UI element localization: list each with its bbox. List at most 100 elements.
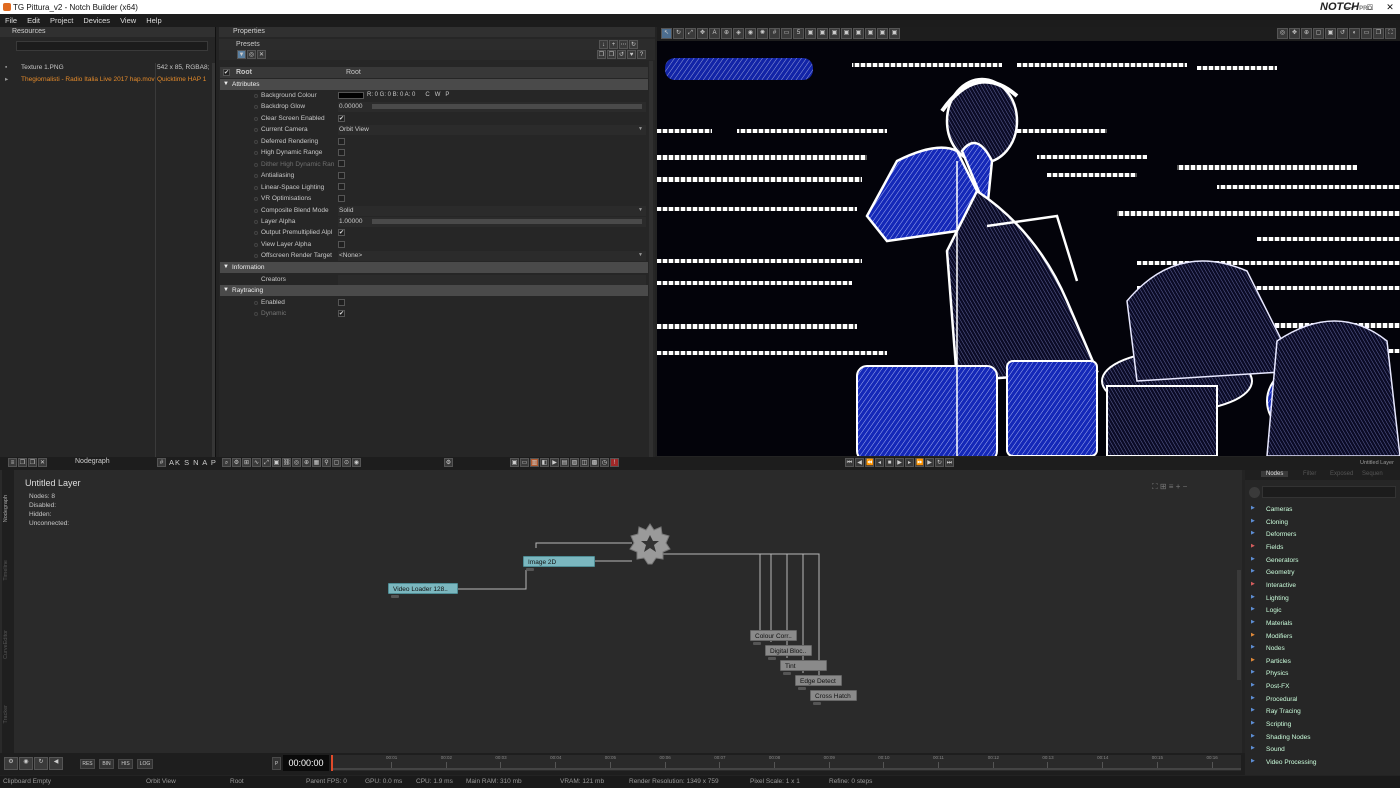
property-checkbox[interactable] bbox=[338, 240, 345, 248]
bounds-icon[interactable]: ▭ bbox=[781, 28, 792, 39]
clear-icon[interactable]: ✕ bbox=[257, 50, 266, 59]
resources-scrollbar[interactable] bbox=[212, 63, 215, 481]
fullscreen-icon[interactable]: ⛶ bbox=[1385, 28, 1396, 39]
property-row[interactable]: VR Optimisations bbox=[219, 193, 649, 204]
orbit-icon[interactable]: ◎ bbox=[1277, 28, 1288, 39]
keyframe-dot[interactable] bbox=[254, 254, 258, 259]
tab-filter[interactable]: Filter bbox=[1303, 471, 1316, 477]
new-layer-icon[interactable]: ❐ bbox=[18, 458, 27, 467]
property-checkbox[interactable] bbox=[338, 171, 345, 179]
color-swatch[interactable] bbox=[338, 92, 364, 99]
snap-grid-icon[interactable]: # bbox=[157, 458, 166, 467]
keyframe-dot[interactable] bbox=[254, 219, 258, 224]
more-icon[interactable]: ⋯ bbox=[619, 40, 628, 49]
pin-icon[interactable]: ⚲ bbox=[322, 458, 331, 467]
node-image-2d[interactable]: Image 2D bbox=[523, 556, 595, 571]
light-icon[interactable]: ✺ bbox=[757, 28, 768, 39]
alert-icon[interactable]: ! bbox=[610, 458, 619, 467]
view-e-icon[interactable]: ▣ bbox=[853, 28, 864, 39]
property-row[interactable]: Dither High Dynamic Ran bbox=[219, 159, 649, 170]
zoom-icon[interactable]: ⊕ bbox=[1301, 28, 1312, 39]
camera-icon[interactable]: ◉ bbox=[745, 28, 756, 39]
timecode-display[interactable]: 00:00:00 bbox=[283, 755, 329, 771]
add-icon[interactable]: + bbox=[609, 40, 618, 49]
keyframe-dot[interactable] bbox=[254, 197, 258, 202]
duplicate-icon[interactable]: ❐ bbox=[28, 458, 37, 467]
prev-key-icon[interactable]: ◀ bbox=[855, 458, 864, 467]
node-category-scripting[interactable]: Scripting bbox=[1266, 719, 1291, 732]
property-slider[interactable]: 0.00000 bbox=[338, 102, 646, 113]
res-button[interactable]: RES bbox=[80, 759, 95, 769]
property-row[interactable]: Enabled bbox=[219, 297, 649, 308]
gear-icon[interactable]: ⚙ bbox=[444, 458, 453, 467]
property-row[interactable]: Antialiasing bbox=[219, 170, 649, 181]
render-viewport[interactable] bbox=[657, 41, 1400, 456]
property-row[interactable]: View Layer Alpha bbox=[219, 239, 649, 250]
node-category-video-processing[interactable]: Video Processing bbox=[1266, 757, 1316, 770]
node-category-cloning[interactable]: Cloning bbox=[1266, 517, 1288, 530]
property-row[interactable]: Backdrop Glow 0.00000 bbox=[219, 101, 649, 113]
expand-arrow-icon[interactable]: ▶ bbox=[1251, 733, 1255, 739]
output-icon[interactable]: ▤ bbox=[560, 458, 569, 467]
property-value[interactable] bbox=[338, 275, 646, 285]
expand-arrow-icon[interactable]: ▶ bbox=[1251, 518, 1255, 524]
expand-arrow-icon[interactable]: ▶ bbox=[1251, 745, 1255, 751]
snap-options[interactable]: AK S N A P bbox=[169, 458, 217, 467]
expand-arrow-icon[interactable]: ▶ bbox=[1251, 707, 1255, 713]
node-digital-bloc[interactable]: Digital Bloc.. bbox=[765, 645, 812, 660]
expand-arrow-icon[interactable]: ▶ bbox=[1251, 556, 1255, 562]
reset-view-icon[interactable]: ↺ bbox=[1337, 28, 1348, 39]
record-icon[interactable]: ▣ bbox=[510, 458, 519, 467]
clock-icon[interactable]: ◷ bbox=[600, 458, 609, 467]
target-icon[interactable]: ◎ bbox=[292, 458, 301, 467]
mesh-icon[interactable]: ◫ bbox=[580, 458, 589, 467]
side-tab-nodegraph[interactable]: Nodegraph bbox=[3, 495, 9, 522]
view-c-icon[interactable]: ▣ bbox=[829, 28, 840, 39]
expand-arrow-icon[interactable]: ▶ bbox=[1251, 505, 1255, 511]
view-h-icon[interactable]: ▣ bbox=[889, 28, 900, 39]
property-row[interactable]: Background Colour R: 0 G: 0 B: 0 A: 0 C W… bbox=[219, 90, 649, 101]
expand-arrow-icon[interactable]: ▶ bbox=[1251, 695, 1255, 701]
close-button[interactable]: ✕ bbox=[1380, 0, 1400, 14]
node-port[interactable] bbox=[768, 657, 776, 660]
property-row[interactable]: Linear-Space Lighting bbox=[219, 182, 649, 193]
favorite-icon[interactable]: ♥ bbox=[627, 50, 636, 59]
property-checkbox[interactable] bbox=[338, 137, 345, 145]
node-category-procedural[interactable]: Procedural bbox=[1266, 694, 1297, 707]
refresh-icon[interactable]: ↻ bbox=[629, 40, 638, 49]
node-port[interactable] bbox=[813, 702, 821, 705]
search-icon[interactable]: ⌕ bbox=[222, 458, 231, 467]
keyframe-dot[interactable] bbox=[254, 185, 258, 190]
capture-icon[interactable]: ◧ bbox=[540, 458, 549, 467]
menu-file[interactable]: File bbox=[0, 14, 22, 27]
expand-arrow-icon[interactable]: ▶ bbox=[1251, 581, 1255, 587]
node-colour-corr[interactable]: Colour Corr.. bbox=[750, 630, 797, 645]
layout-icon[interactable]: ▦ bbox=[312, 458, 321, 467]
property-dropdown[interactable]: Orbit View ▼ bbox=[338, 125, 646, 136]
back-icon[interactable]: ◀ bbox=[49, 757, 63, 770]
log-button[interactable]: LOG bbox=[137, 759, 153, 769]
keyframe-dot[interactable] bbox=[254, 208, 258, 213]
node-port[interactable] bbox=[391, 595, 399, 598]
menu-help[interactable]: Help bbox=[141, 14, 166, 27]
stop-icon[interactable]: ■ bbox=[885, 458, 894, 467]
node-category-nodes[interactable]: Nodes bbox=[1266, 643, 1285, 656]
node-category-ray-tracing[interactable]: Ray Tracing bbox=[1266, 706, 1301, 719]
property-checkbox[interactable] bbox=[338, 298, 345, 306]
rotate-icon[interactable]: ↻ bbox=[673, 28, 684, 39]
side-tab-tracker[interactable]: Tracker bbox=[3, 705, 9, 723]
property-dropdown[interactable]: Solid ▼ bbox=[338, 205, 646, 216]
property-checkbox[interactable]: ✔ bbox=[338, 229, 345, 237]
align-icon[interactable]: ⊞ bbox=[242, 458, 251, 467]
node-port[interactable] bbox=[783, 672, 791, 675]
menu-devices[interactable]: Devices bbox=[78, 14, 115, 27]
node-port[interactable] bbox=[526, 568, 534, 571]
record-settings-icon[interactable]: ◉ bbox=[19, 757, 33, 770]
node-category-cameras[interactable]: Cameras bbox=[1266, 504, 1292, 517]
node-category-geometry[interactable]: Geometry bbox=[1266, 567, 1295, 580]
expand-arrow-icon[interactable]: ▶ bbox=[1251, 619, 1255, 625]
side-tab-curveeditor[interactable]: CurveEditor bbox=[3, 630, 9, 659]
properties-scrollbar[interactable] bbox=[649, 61, 653, 457]
node-category-interactive[interactable]: Interactive bbox=[1266, 580, 1296, 593]
expand-arrow-icon[interactable]: ▶ bbox=[1251, 682, 1255, 688]
